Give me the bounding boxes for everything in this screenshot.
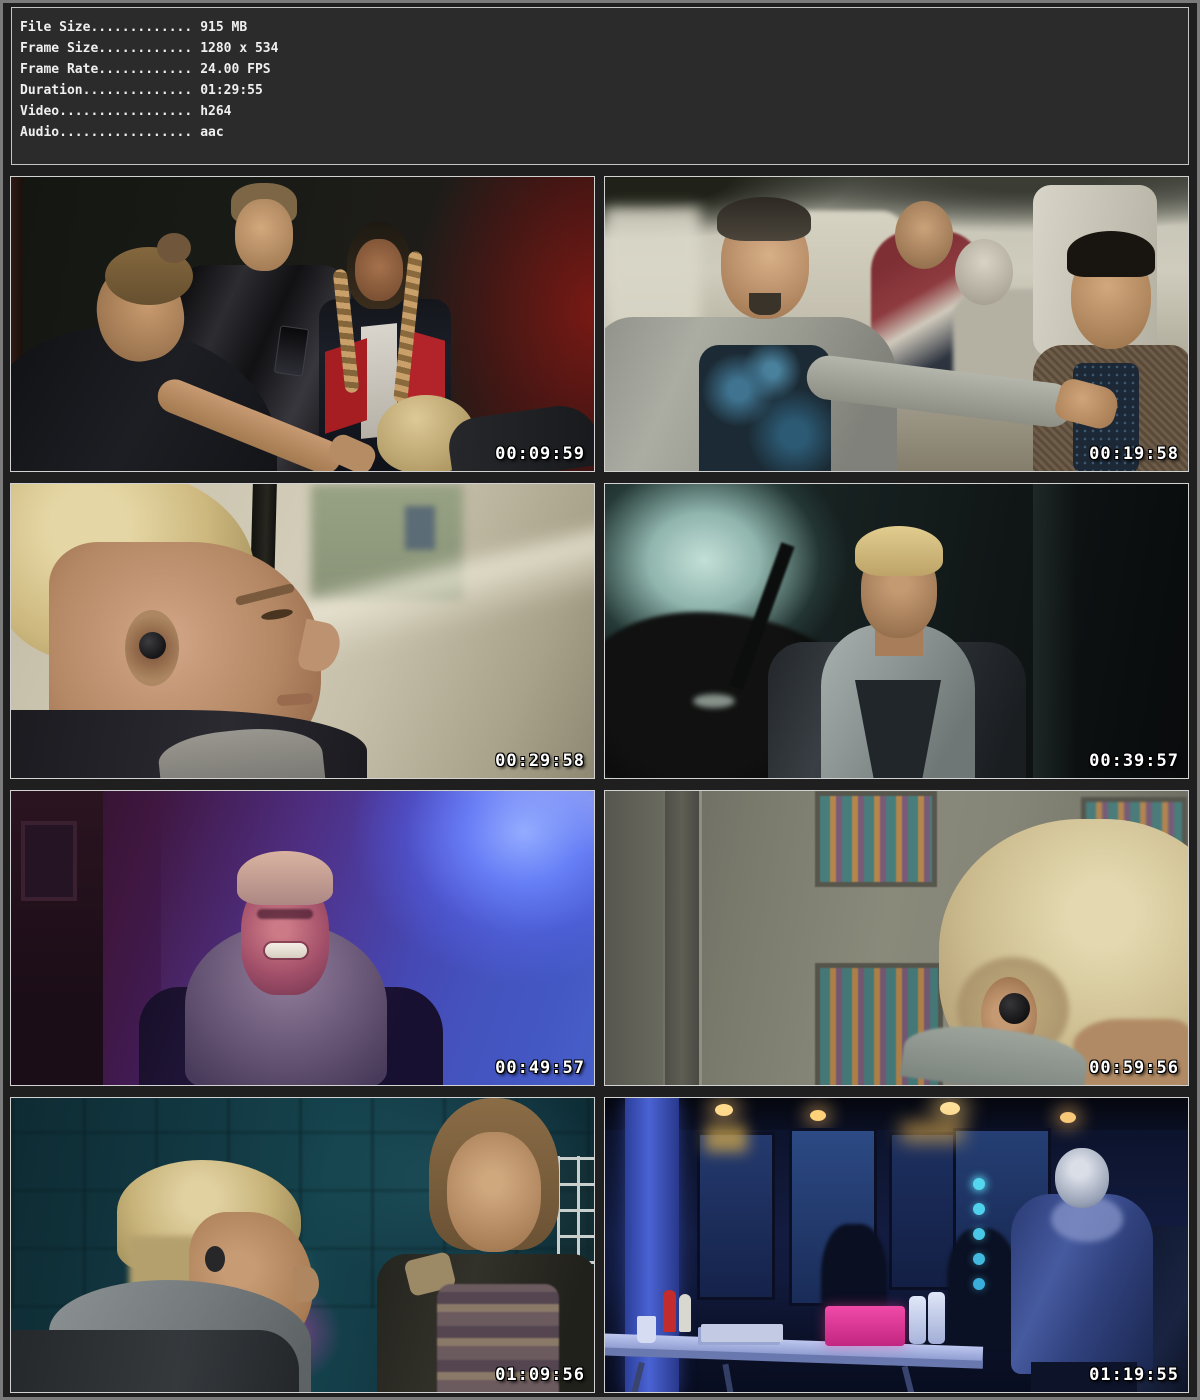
nose <box>293 1266 319 1302</box>
table-leg <box>902 1366 915 1393</box>
blond-hair <box>855 526 943 576</box>
bowed-head <box>1055 1148 1109 1208</box>
chrome-glint <box>693 694 735 708</box>
napkin-boxes <box>701 1324 783 1342</box>
screenshot-7-two-men: 01:09:56 <box>10 1097 595 1393</box>
door-frame <box>665 791 699 1086</box>
blond-hair <box>237 851 333 905</box>
hallway-pillar <box>1033 484 1077 779</box>
screenshot-8-night-street: 01:19:55 <box>604 1097 1189 1393</box>
info-value: h264 <box>192 104 231 119</box>
suit-man-hair <box>717 197 811 241</box>
info-label: Duration.............. <box>20 83 192 98</box>
info-label: File Size............. <box>20 20 192 35</box>
info-row-duration: Duration..............01:29:55 <box>20 80 1188 101</box>
picture-frame <box>21 821 77 901</box>
info-row-video-codec: Video.................h264 <box>20 101 1188 122</box>
timestamp-overlay: 01:19:55 <box>1089 1365 1179 1385</box>
timestamp-overlay: 01:09:56 <box>495 1365 585 1385</box>
man-face <box>235 199 293 271</box>
info-row-frame-rate: Frame Rate............24.00 FPS <box>20 59 1188 80</box>
timestamp-overlay: 00:39:57 <box>1089 751 1179 771</box>
ceiling-light <box>715 1104 733 1116</box>
info-value: 01:29:55 <box>192 83 263 98</box>
info-value: 1280 x 534 <box>192 41 278 56</box>
background-passenger-head <box>895 201 953 269</box>
info-row-frame-size: Frame Size............1280 x 534 <box>20 38 1188 59</box>
grinning-teeth <box>265 943 307 958</box>
person-silhouette <box>947 1228 1019 1352</box>
paper-cup <box>637 1316 656 1343</box>
warm-glow <box>705 1126 747 1152</box>
ceiling-shadow <box>605 1098 1189 1130</box>
cyan-neon-dots <box>973 1178 985 1190</box>
screenshot-1-backstage-group: 00:09:59 <box>10 176 595 472</box>
screenshot-4-garage: 00:39:57 <box>604 483 1189 779</box>
hair-bun <box>157 233 191 263</box>
building-window <box>697 1132 775 1300</box>
earbud <box>139 632 166 659</box>
info-value: aac <box>192 125 223 140</box>
info-row-audio-codec: Audio.................aac <box>20 122 1188 143</box>
video-screens-sheet: { "header": { "fields": [ {"label_padded… <box>0 0 1200 1400</box>
wall-art-frame <box>815 791 937 887</box>
info-row-file-size: File Size.............915 MB <box>20 17 1188 38</box>
passenger-hair <box>1067 231 1155 277</box>
table-leg <box>722 1364 733 1393</box>
screenshot-5-club-grin: 00:49:57 <box>10 790 595 1086</box>
warm-glow <box>901 1122 963 1142</box>
water-bottle <box>909 1296 926 1344</box>
media-info-box: File Size.............915 MB Frame Size.… <box>11 7 1189 165</box>
info-value: 24.00 FPS <box>192 62 270 77</box>
shadowed-eyes <box>257 909 313 919</box>
bright-window <box>605 207 700 332</box>
woman-face <box>355 239 403 301</box>
tall-man-face <box>447 1132 541 1252</box>
ceiling-light <box>1060 1112 1076 1123</box>
screenshot-grid: 00:09:59 00:19:58 <box>10 176 1190 1393</box>
info-value: 915 MB <box>192 20 247 35</box>
water-bottle <box>928 1292 945 1344</box>
screenshot-6-hallway-head: 00:59:56 <box>604 790 1189 1086</box>
timestamp-overlay: 00:09:59 <box>495 444 585 464</box>
pink-box <box>825 1306 905 1346</box>
ceiling-light <box>810 1110 826 1121</box>
sauce-bottle <box>679 1294 691 1332</box>
earbud <box>999 993 1030 1024</box>
wall-shading <box>605 791 663 1086</box>
timestamp-overlay: 00:59:56 <box>1089 1058 1179 1078</box>
timestamp-overlay: 00:49:57 <box>495 1058 585 1078</box>
timestamp-overlay: 00:29:58 <box>495 751 585 771</box>
gray-haired-head <box>955 239 1013 305</box>
info-label: Video................. <box>20 104 192 119</box>
timestamp-overlay: 00:19:58 <box>1089 444 1179 464</box>
goatee <box>749 293 781 315</box>
screenshot-3-profile-closeup: 00:29:58 <box>10 483 595 779</box>
ketchup-bottle <box>663 1290 676 1332</box>
window-pane <box>405 506 435 550</box>
earbud <box>205 1246 225 1272</box>
ceiling-light <box>940 1102 960 1115</box>
info-label: Frame Rate............ <box>20 62 192 77</box>
screenshot-2-van-interior: 00:19:58 <box>604 176 1189 472</box>
info-label: Audio................. <box>20 125 192 140</box>
dark-jacket <box>10 1330 299 1393</box>
info-label: Frame Size............ <box>20 41 192 56</box>
